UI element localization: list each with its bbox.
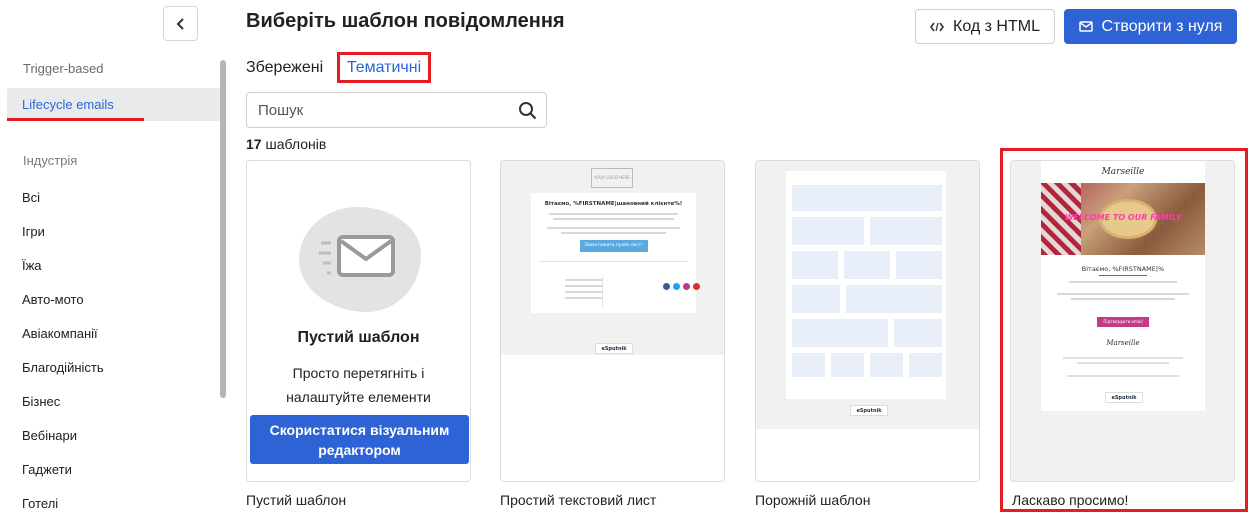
visual-editor-label: Скористатися візуальним — [269, 422, 450, 438]
search-input[interactable] — [258, 101, 508, 119]
template-label[interactable]: Простий текстовий лист — [500, 492, 656, 508]
logo-placeholder: YOUR LOGO HERE — [591, 168, 633, 188]
category-item[interactable]: Вебінари — [22, 428, 77, 443]
category-item[interactable]: Всі — [22, 190, 40, 205]
sidebar-item-label: Lifecycle emails — [22, 97, 114, 112]
empty-layout — [786, 171, 946, 399]
visual-editor-label: редактором — [318, 442, 401, 458]
blank-template-title: Пустий шаблон — [297, 329, 420, 346]
create-from-scratch-button[interactable]: Створити з нуля — [1064, 9, 1237, 44]
industry-heading: Індустрія — [23, 153, 78, 168]
envelope-icon — [319, 235, 395, 277]
category-item[interactable]: Благодійність — [22, 360, 104, 375]
template-preview: YOUR LOGO HERE Вітаємо, %FIRSTNAME|шанов… — [501, 161, 724, 355]
esputnik-logo: eSputnik — [850, 405, 888, 416]
tab-saved[interactable]: Збережені — [246, 59, 323, 77]
sidebar-item-trigger-based[interactable]: Trigger-based — [23, 61, 103, 76]
category-item[interactable]: Авто-мото — [22, 292, 84, 307]
mail-icon — [1078, 21, 1093, 32]
template-count: 17 шаблонів — [246, 136, 326, 152]
template-card-empty[interactable]: eSputnik — [755, 160, 980, 482]
search-box — [246, 92, 547, 128]
category-item[interactable]: Їжа — [22, 258, 42, 273]
sidebar-item-lifecycle-emails[interactable]: Lifecycle emails — [7, 88, 220, 121]
category-item[interactable]: Бізнес — [22, 394, 60, 409]
selection-highlight — [1000, 148, 1248, 512]
category-item[interactable]: Авіакомпанії — [22, 326, 98, 341]
template-preview: eSputnik — [756, 161, 979, 429]
tab-thematic[interactable]: Тематичні — [337, 52, 431, 83]
page-title: Виберіть шаблон повідомлення — [246, 10, 565, 32]
create-from-scratch-label: Створити з нуля — [1101, 17, 1223, 35]
search-icon[interactable] — [518, 101, 537, 120]
category-item[interactable]: Ігри — [22, 224, 45, 239]
tab-thematic-label: Тематичні — [346, 58, 422, 76]
template-count-number: 17 — [246, 136, 262, 152]
esputnik-logo: eSputnik — [595, 343, 633, 354]
highlight-underline — [7, 118, 144, 121]
visual-editor-button[interactable]: Скористатися візуальним редактором — [250, 415, 469, 464]
price-list-button: Завантажити прайс-лист! — [579, 240, 648, 252]
template-card-simple-text[interactable]: YOUR LOGO HERE Вітаємо, %FIRSTNAME|шанов… — [500, 160, 725, 482]
template-label[interactable]: Пустий шаблон — [246, 492, 346, 508]
email-greeting: Вітаємо, %FIRSTNAME|шановний клієнте%! — [544, 201, 683, 207]
html-code-label: Код з HTML — [953, 17, 1040, 35]
code-icon — [930, 22, 944, 31]
description-line: налаштуйте елементи — [286, 389, 431, 405]
template-count-label: шаблонів — [265, 136, 327, 152]
collapse-sidebar-button[interactable] — [163, 6, 198, 41]
social-icons — [663, 283, 700, 290]
sidebar-scrollbar[interactable] — [220, 60, 226, 398]
blank-template-description: Просто перетягніть і налаштуйте елементи — [247, 361, 470, 409]
category-item[interactable]: Готелі — [22, 496, 58, 511]
email-body: Вітаємо, %FIRSTNAME|шановний клієнте%! З… — [531, 193, 700, 313]
template-card-blank[interactable]: Пустий шаблон Просто перетягніть і налаш… — [246, 160, 471, 482]
template-label[interactable]: Порожній шаблон — [755, 492, 870, 508]
category-item[interactable]: Гаджети — [22, 462, 72, 477]
chevron-left-icon — [176, 17, 184, 30]
description-line: Просто перетягніть і — [292, 365, 425, 381]
sidebar: Trigger-based Lifecycle emails Індустрія… — [0, 0, 230, 525]
html-code-button[interactable]: Код з HTML — [915, 9, 1055, 44]
